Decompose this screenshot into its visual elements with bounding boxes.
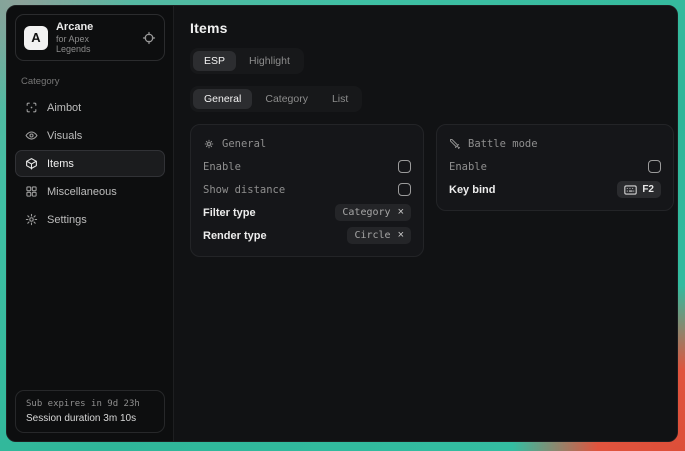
sidebar: A Arcane for Apex Legends Category Aimbo… bbox=[7, 6, 174, 441]
app-subtitle: for Apex Legends bbox=[56, 34, 126, 54]
tab-general[interactable]: General bbox=[193, 89, 252, 109]
app-logo: A bbox=[24, 26, 48, 50]
setting-row-filter-type: Filter type Category × bbox=[203, 201, 411, 224]
battle-enable-checkbox[interactable] bbox=[648, 160, 661, 173]
app-name: Arcane bbox=[56, 21, 126, 33]
page-title: Items bbox=[190, 20, 674, 36]
main-content: Items ESP Highlight General Category Lis… bbox=[174, 6, 678, 441]
sidebar-item-aimbot[interactable]: Aimbot bbox=[15, 94, 165, 121]
close-icon[interactable]: × bbox=[398, 230, 404, 241]
session-duration-text: Session duration 3m 10s bbox=[26, 413, 154, 424]
key-bind-button[interactable]: F2 bbox=[617, 181, 661, 198]
setting-label: Filter type bbox=[203, 207, 256, 219]
battle-mode-panel: Battle mode Enable Key bind bbox=[436, 124, 674, 211]
setting-row-show-distance: Show distance bbox=[203, 178, 411, 201]
setting-row-render-type: Render type Circle × bbox=[203, 224, 411, 247]
gear-icon bbox=[25, 213, 38, 226]
sidebar-item-miscellaneous[interactable]: Miscellaneous bbox=[15, 178, 165, 205]
view-tab-group: General Category List bbox=[190, 86, 362, 112]
tag-value: Category bbox=[342, 207, 390, 218]
key-bind-value: F2 bbox=[642, 184, 654, 195]
filter-type-tag[interactable]: Category × bbox=[335, 204, 411, 221]
sidebar-item-label: Miscellaneous bbox=[47, 186, 117, 198]
tag-value: Circle bbox=[354, 230, 390, 241]
subscription-info-card: Sub expires in 9d 23h Session duration 3… bbox=[15, 390, 165, 433]
sub-expires-text: Sub expires in 9d 23h bbox=[26, 399, 154, 409]
show-distance-checkbox[interactable] bbox=[398, 183, 411, 196]
eye-icon bbox=[25, 129, 38, 142]
sword-icon bbox=[449, 138, 461, 150]
sidebar-item-items[interactable]: Items bbox=[15, 150, 165, 177]
sidebar-section-label: Category bbox=[21, 76, 159, 87]
crosshair-target-icon[interactable] bbox=[142, 31, 156, 45]
close-icon[interactable]: × bbox=[398, 207, 404, 218]
grid-icon bbox=[25, 185, 38, 198]
setting-label: Show distance bbox=[203, 184, 285, 196]
aimbot-scope-icon bbox=[25, 101, 38, 114]
sidebar-item-settings[interactable]: Settings bbox=[15, 206, 165, 233]
app-window: A Arcane for Apex Legends Category Aimbo… bbox=[6, 5, 678, 442]
tab-esp[interactable]: ESP bbox=[193, 51, 236, 71]
tab-list[interactable]: List bbox=[321, 89, 359, 109]
setting-row-key-bind: Key bind F2 bbox=[449, 178, 661, 201]
panel-title: General bbox=[222, 138, 266, 150]
sidebar-item-label: Visuals bbox=[47, 130, 82, 142]
setting-row-enable: Enable bbox=[203, 155, 411, 178]
sun-icon bbox=[203, 138, 215, 150]
mode-tab-group: ESP Highlight bbox=[190, 48, 304, 74]
tab-highlight[interactable]: Highlight bbox=[238, 51, 301, 71]
panel-title: Battle mode bbox=[468, 138, 538, 150]
keyboard-icon bbox=[624, 185, 637, 195]
setting-row-enable: Enable bbox=[449, 155, 661, 178]
setting-label: Enable bbox=[203, 161, 241, 173]
enable-checkbox[interactable] bbox=[398, 160, 411, 173]
sidebar-item-visuals[interactable]: Visuals bbox=[15, 122, 165, 149]
setting-label: Key bind bbox=[449, 184, 495, 196]
render-type-tag[interactable]: Circle × bbox=[347, 227, 411, 244]
tab-category[interactable]: Category bbox=[254, 89, 319, 109]
setting-label: Enable bbox=[449, 161, 487, 173]
cube-icon bbox=[25, 157, 38, 170]
general-panel: General Enable Show distance Filter type… bbox=[190, 124, 424, 257]
sidebar-item-label: Aimbot bbox=[47, 102, 81, 114]
sidebar-item-label: Items bbox=[47, 158, 74, 170]
sidebar-header: A Arcane for Apex Legends bbox=[15, 14, 165, 61]
sidebar-item-label: Settings bbox=[47, 214, 87, 226]
setting-label: Render type bbox=[203, 230, 267, 242]
